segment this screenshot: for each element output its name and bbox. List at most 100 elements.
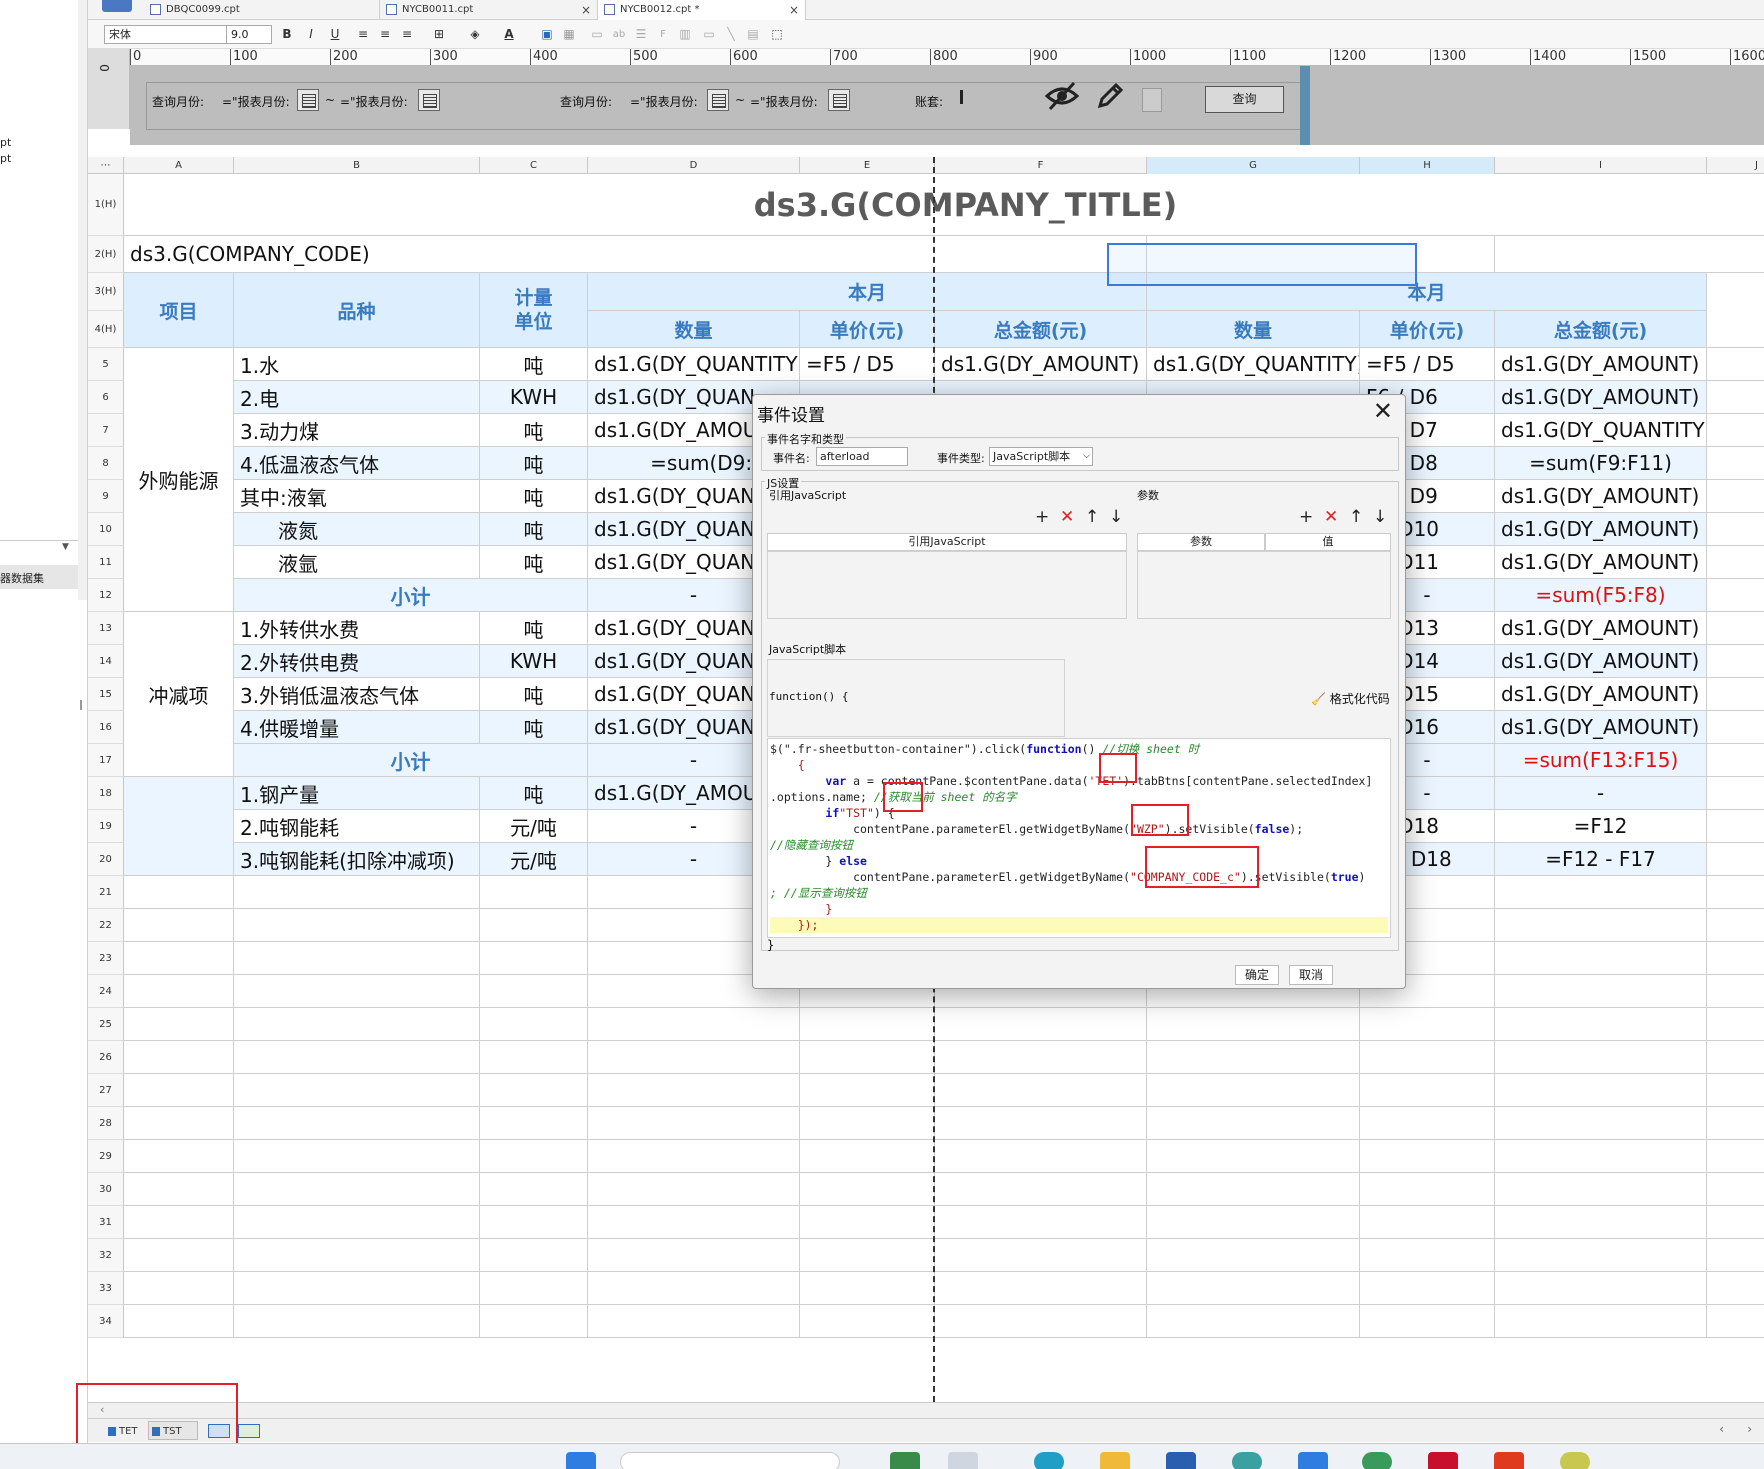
cell[interactable] xyxy=(234,1272,480,1305)
cell[interactable] xyxy=(480,1140,588,1173)
border-icon[interactable]: ⊞ xyxy=(430,25,448,44)
app-icon[interactable] xyxy=(890,1452,920,1469)
total-amount-cell[interactable]: =sum(F13:F15) xyxy=(1495,744,1707,777)
row-header[interactable]: 4(H) xyxy=(88,311,124,348)
cell[interactable] xyxy=(1707,678,1764,711)
row-header[interactable]: 34 xyxy=(88,1305,124,1338)
cell[interactable] xyxy=(1707,777,1764,810)
row-header[interactable]: 22 xyxy=(88,909,124,942)
cell[interactable] xyxy=(588,1107,800,1140)
cell[interactable] xyxy=(1147,1107,1360,1140)
cell[interactable] xyxy=(1707,645,1764,678)
cell[interactable] xyxy=(480,1173,588,1206)
cell[interactable] xyxy=(480,909,588,942)
unit-cell[interactable]: 吨 xyxy=(480,513,588,546)
bold-button[interactable]: B xyxy=(278,25,296,44)
cell[interactable] xyxy=(1360,1041,1495,1074)
cell[interactable] xyxy=(1360,1008,1495,1041)
cell[interactable] xyxy=(1147,1041,1360,1074)
cell[interactable] xyxy=(234,975,480,1008)
column-header[interactable]: E xyxy=(800,157,935,174)
fill-icon[interactable]: ◈ xyxy=(466,25,484,44)
cell[interactable] xyxy=(935,1074,1147,1107)
param-pane-scrollbar[interactable] xyxy=(1300,66,1310,145)
cell[interactable] xyxy=(124,876,234,909)
cell[interactable] xyxy=(800,1305,935,1338)
cell[interactable] xyxy=(1707,843,1764,876)
cell[interactable] xyxy=(1495,876,1707,909)
unmerge-icon[interactable]: ▦ xyxy=(560,25,578,44)
header-unit-price[interactable]: 单价(元) xyxy=(800,311,935,348)
delete-icon[interactable]: ✕ xyxy=(1324,509,1338,526)
cell[interactable] xyxy=(1707,975,1764,1008)
cell[interactable] xyxy=(234,876,480,909)
cell[interactable] xyxy=(124,975,234,1008)
align-left-icon[interactable]: ≡ xyxy=(354,25,372,44)
cell[interactable] xyxy=(124,1239,234,1272)
row-header[interactable]: 3(H) xyxy=(88,273,124,311)
cell[interactable] xyxy=(800,1107,935,1140)
chart-icon[interactable]: ▥ xyxy=(676,25,694,44)
total-amount-cell[interactable]: =sum(F5:F8) xyxy=(1495,579,1707,612)
row-header[interactable]: 9 xyxy=(88,480,124,513)
cell[interactable] xyxy=(480,1008,588,1041)
column-header[interactable]: F xyxy=(935,157,1147,174)
cell[interactable] xyxy=(1707,1107,1764,1140)
query-button[interactable]: 查询 xyxy=(1205,86,1284,113)
header-current-month[interactable]: 本月 xyxy=(588,273,1147,311)
cell[interactable] xyxy=(800,1173,935,1206)
slash-icon[interactable]: ╲ xyxy=(722,25,740,44)
add-poly-sheet-icon[interactable] xyxy=(238,1424,260,1438)
cell[interactable] xyxy=(1495,1305,1707,1338)
param-table[interactable] xyxy=(1137,551,1391,619)
text-icon[interactable]: ab xyxy=(610,25,628,44)
cell[interactable] xyxy=(234,1041,480,1074)
cell[interactable] xyxy=(1707,1239,1764,1272)
unit-cell[interactable]: KWH xyxy=(480,381,588,414)
cell[interactable] xyxy=(1495,1140,1707,1173)
row-header[interactable]: 20 xyxy=(88,843,124,876)
cell[interactable] xyxy=(480,1107,588,1140)
cell[interactable] xyxy=(1707,1140,1764,1173)
cell[interactable] xyxy=(800,1239,935,1272)
unit-cell[interactable]: 吨 xyxy=(480,546,588,579)
tab-dbqc0099[interactable]: DBQC0099.cpt xyxy=(144,0,380,20)
app-icon[interactable] xyxy=(1362,1452,1392,1469)
row-header[interactable]: 10 xyxy=(88,513,124,546)
dataset-label[interactable]: 器数据集 xyxy=(0,570,44,586)
cell[interactable] xyxy=(1495,1206,1707,1239)
row-header[interactable]: 30 xyxy=(88,1173,124,1206)
cell[interactable] xyxy=(124,1140,234,1173)
header-variety[interactable]: 品种 xyxy=(234,273,480,348)
cell[interactable] xyxy=(935,1173,1147,1206)
cell[interactable] xyxy=(1707,273,1764,348)
variety-cell[interactable]: 1.水 xyxy=(234,348,480,381)
cell[interactable] xyxy=(935,1239,1147,1272)
cell[interactable] xyxy=(234,1107,480,1140)
cell[interactable] xyxy=(124,1074,234,1107)
variety-cell[interactable]: 2.电 xyxy=(234,381,480,414)
row-header[interactable]: 17 xyxy=(88,744,124,777)
unit-cell[interactable]: 吨 xyxy=(480,447,588,480)
event-type-select[interactable]: JavaScript脚本 ⌵ xyxy=(989,447,1093,466)
cell[interactable] xyxy=(1495,1107,1707,1140)
total-amount-cell[interactable]: ds1.G(DY_AMOUNT) xyxy=(1495,612,1707,645)
align-center-icon[interactable]: ≡ xyxy=(376,25,394,44)
close-icon[interactable]: × xyxy=(789,0,799,20)
merge-icon[interactable]: ▣ xyxy=(538,25,556,44)
cell[interactable] xyxy=(1495,1041,1707,1074)
move-up-icon[interactable]: ↑ xyxy=(1349,509,1363,526)
js-code-editor[interactable]: $(".fr-sheetbutton-container").click(fun… xyxy=(767,738,1391,938)
cell[interactable] xyxy=(935,1206,1147,1239)
total-amount-cell[interactable]: ds1.G(DY_QUANTITY) xyxy=(1495,414,1707,447)
total-amount-cell[interactable]: ds1.G(DY_AMOUNT) xyxy=(1495,645,1707,678)
column-header[interactable]: D xyxy=(588,157,800,174)
insert-icon[interactable]: ▭ xyxy=(588,25,606,44)
cell[interactable] xyxy=(1707,1041,1764,1074)
cell[interactable] xyxy=(800,1041,935,1074)
add-icon[interactable]: + xyxy=(1299,509,1313,526)
unit-cell[interactable]: KWH xyxy=(480,645,588,678)
company-code-widget[interactable] xyxy=(960,90,963,104)
variety-cell[interactable]: 4.低温液态气体 xyxy=(234,447,480,480)
cell[interactable] xyxy=(588,1008,800,1041)
